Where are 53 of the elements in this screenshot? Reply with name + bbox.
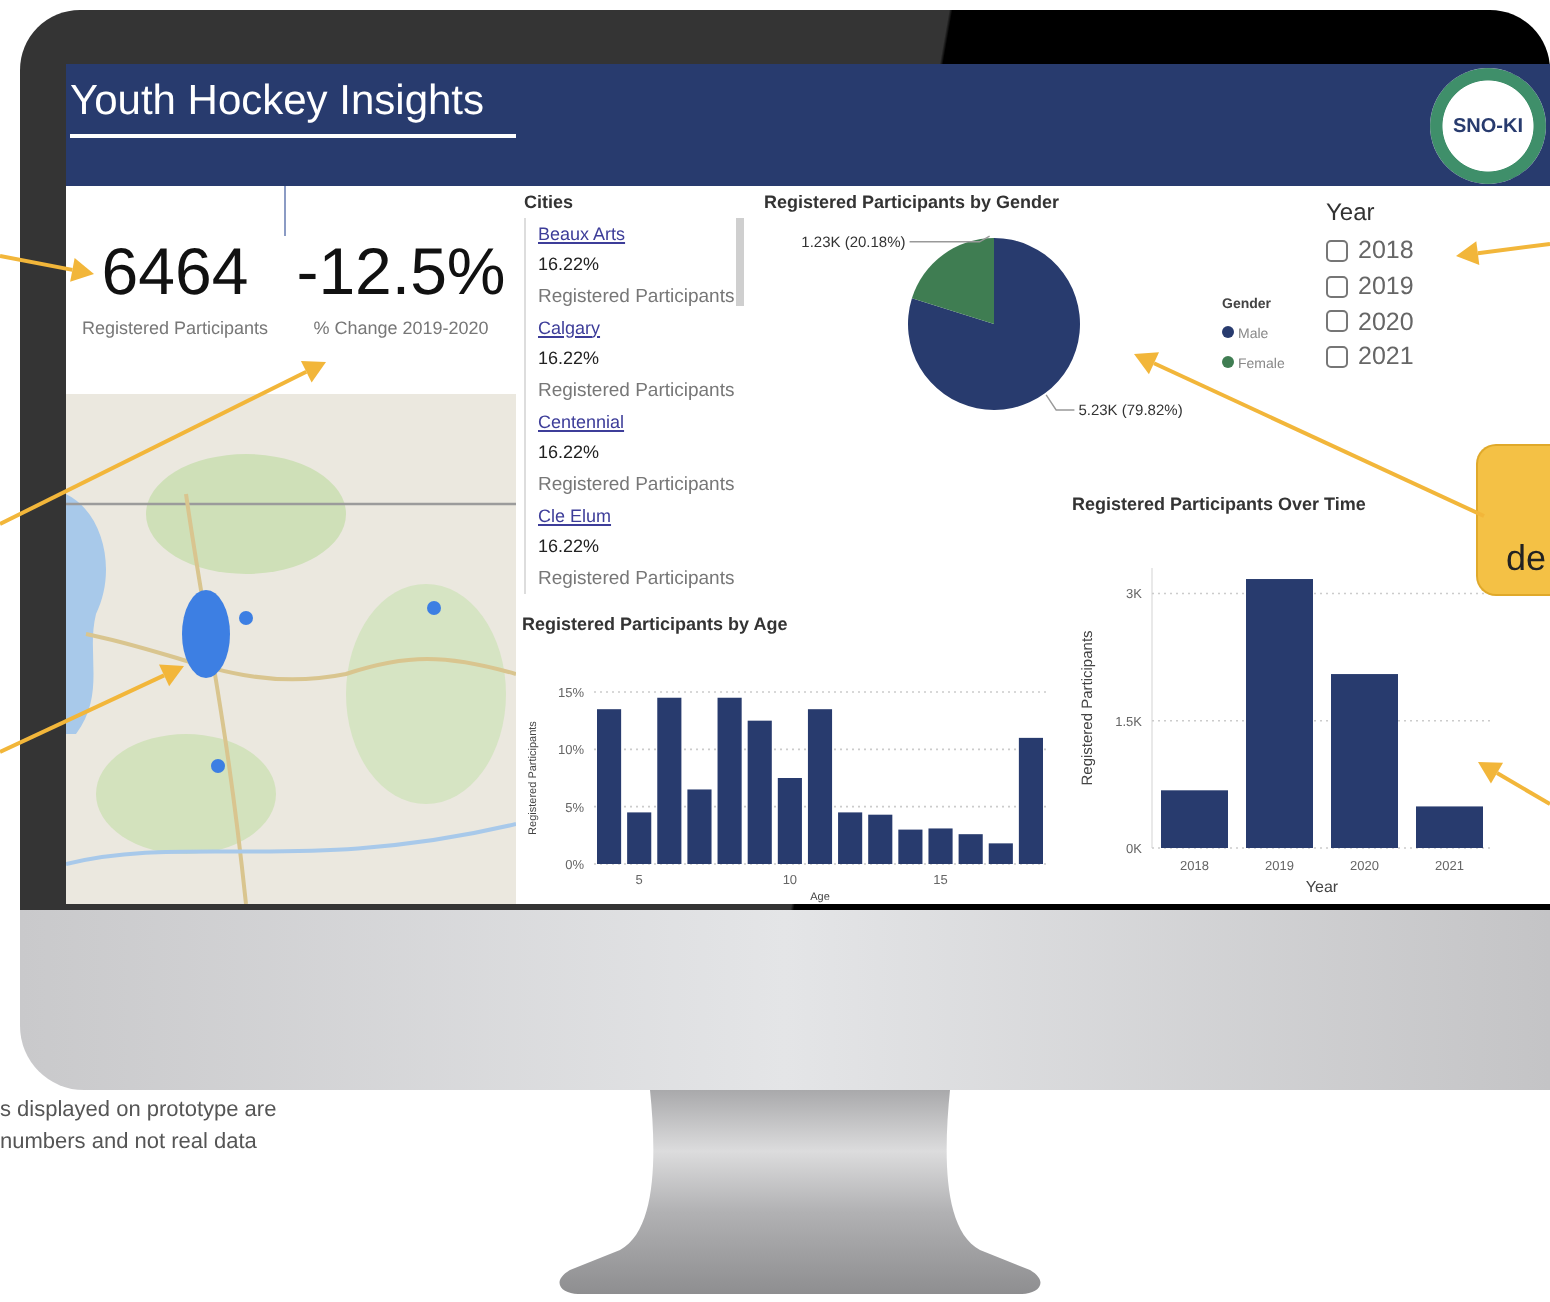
logo-badge: SNO-KI [1430,68,1546,184]
arrow [1456,241,1550,266]
leader-line [1045,393,1076,410]
slicer-heading: Cities [524,190,576,216]
checkbox-label: 2018 [1358,234,1414,269]
year-checkbox[interactable] [1326,310,1348,333]
axis-title: Year [1305,877,1339,895]
city-label: Registered Participants [538,471,732,499]
year-checkbox[interactable] [1326,346,1348,369]
bar [898,828,923,863]
city-value: 16.22% [538,346,602,372]
callout-text: de [1506,536,1547,582]
chart-title: Registered Participants Over Time [1072,492,1368,518]
kpi-label: % Change 2019-2020 [313,315,489,342]
city-label: Registered Participants [538,377,732,405]
bar [988,842,1013,863]
scrollbar-thumb[interactable] [736,217,744,305]
bar [687,788,712,863]
checkbox-label: 2021 [1358,340,1414,375]
bar [1018,736,1043,863]
leader-line [908,234,991,242]
bar [1416,805,1483,847]
dashboard-title: Youth Hockey Insights [70,68,516,139]
bar [627,811,652,863]
arrow [1478,762,1550,806]
bar [838,811,863,863]
kpi-value: 6464 [101,238,249,308]
city-link[interactable]: Calgary [538,315,732,342]
city-link[interactable]: Cle Elum [538,503,732,530]
bar [747,719,772,863]
city-link[interactable]: Centennial [538,409,732,436]
bar [777,777,802,863]
year-checkbox[interactable] [1326,275,1348,298]
bar [958,833,983,863]
city-link[interactable]: Beaux Arts [538,221,732,248]
year-checkbox[interactable] [1326,240,1348,263]
checkbox-label: 2019 [1358,270,1414,305]
kpi-value: -12.5% [296,238,506,308]
city-value: 16.22% [538,252,602,278]
city-value: 16.22% [538,440,602,466]
kpi-label: Registered Participants [81,315,269,342]
slicer-heading: Year [1326,196,1377,230]
city-label: Registered Participants [538,565,732,593]
city-label: Registered Participants [538,283,732,311]
bar [868,813,893,863]
city-value: 16.22% [538,534,602,560]
caption-text: s displayed on prototype are numbers and not real data [0,1096,277,1158]
arrow [0,254,94,282]
bar [928,827,953,863]
bar [1161,789,1228,847]
chart-title: Registered Participants by Gender [764,190,1062,216]
checkbox-label: 2020 [1358,305,1414,340]
chart-title: Registered Participants by Age [522,612,790,638]
